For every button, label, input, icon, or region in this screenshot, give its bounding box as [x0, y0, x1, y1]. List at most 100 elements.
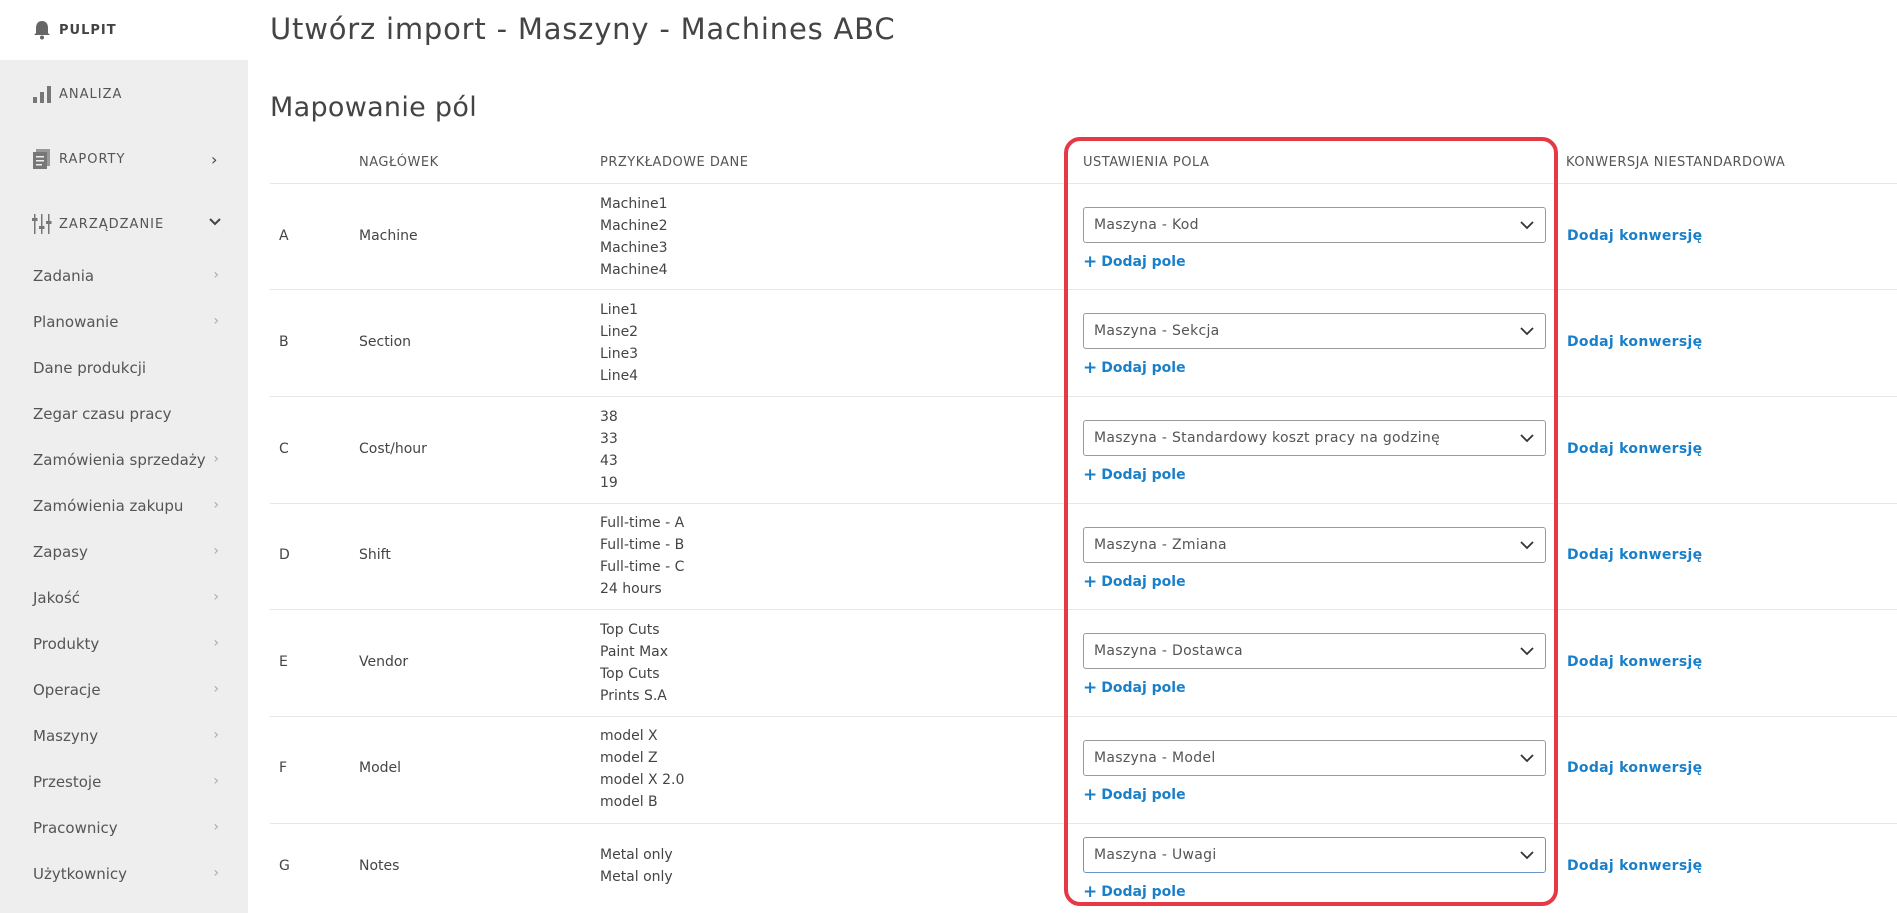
sample-data: Metal only Metal only	[600, 844, 673, 888]
add-field-link[interactable]: + Dodaj pole	[1083, 252, 1186, 272]
sidebar-item-planowanie[interactable]: Planowanie ›	[33, 313, 223, 331]
add-field-link[interactable]: + Dodaj pole	[1083, 358, 1186, 378]
chevron-right-icon: ›	[213, 451, 219, 467]
sidebar-item-label: Zadania	[33, 267, 95, 285]
row-divider	[270, 503, 1897, 504]
sidebar-item-produkty[interactable]: Produkty ›	[33, 635, 223, 653]
sliders-icon	[31, 213, 53, 235]
sample-data: Full-time - A Full-time - B Full-time - …	[600, 512, 684, 600]
add-conversion-link[interactable]: Dodaj konwersję	[1567, 547, 1702, 563]
sidebar-item-operacje[interactable]: Operacje ›	[33, 681, 223, 699]
column-header-sample: PRZYKŁADOWE DANE	[600, 155, 749, 170]
sidebar-item-zamowienia-zakupu[interactable]: Zamówienia zakupu ›	[33, 497, 223, 515]
row-divider	[270, 183, 1897, 184]
field-select[interactable]: Maszyna - Uwagi	[1083, 837, 1546, 873]
chevron-right-icon: ›	[213, 773, 219, 789]
row-letter: B	[279, 334, 289, 350]
column-header-header: NAGŁÓWEK	[359, 155, 439, 170]
add-field-link[interactable]: + Dodaj pole	[1083, 882, 1186, 902]
add-field-link[interactable]: + Dodaj pole	[1083, 465, 1186, 485]
sample-value: Full-time - C	[600, 559, 685, 575]
add-field-link[interactable]: + Dodaj pole	[1083, 785, 1186, 805]
sample-value: Full-time - B	[600, 537, 685, 553]
section-title: Mapowanie pól	[270, 92, 477, 123]
sidebar-item-jakosc[interactable]: Jakość ›	[33, 589, 223, 607]
sidebar-item-zapasy[interactable]: Zapasy ›	[33, 543, 223, 561]
sidebar-item-label: Operacje	[33, 681, 101, 699]
sidebar-item-zarzadzanie[interactable]: ZARZĄDZANIE	[31, 213, 221, 235]
add-conversion-link[interactable]: Dodaj konwersję	[1567, 228, 1702, 244]
plus-icon: +	[1083, 678, 1098, 698]
sidebar-item-label: Planowanie	[33, 313, 119, 331]
sample-value: model B	[600, 794, 658, 810]
sidebar-item-maszyny[interactable]: Maszyny ›	[33, 727, 223, 745]
sample-value: Line3	[600, 346, 639, 362]
column-header-conversion: KONWERSJA NIESTANDARDOWA	[1566, 155, 1786, 170]
field-select[interactable]: Maszyna - Kod	[1083, 207, 1546, 243]
row-letter: F	[279, 760, 288, 776]
row-letter: G	[279, 858, 290, 874]
plus-icon: +	[1083, 882, 1098, 902]
chevron-right-icon: ›	[213, 681, 219, 697]
add-conversion-link[interactable]: Dodaj konwersję	[1567, 760, 1702, 776]
field-select[interactable]: Maszyna - Zmiana	[1083, 527, 1546, 563]
sidebar-item-przestoje[interactable]: Przestoje ›	[33, 773, 223, 791]
add-field-label: Dodaj pole	[1101, 467, 1186, 483]
sample-value: Machine4	[600, 262, 668, 278]
field-select-value: Maszyna - Sekcja	[1094, 323, 1220, 339]
sidebar-item-uzytkownicy[interactable]: Użytkownicy ›	[33, 865, 223, 883]
plus-icon: +	[1083, 572, 1098, 592]
chevron-right-icon: ›	[213, 865, 219, 881]
chevron-down-icon	[1520, 221, 1534, 230]
sidebar-item-dane-produkcji[interactable]: Dane produkcji	[33, 359, 223, 377]
add-field-link[interactable]: + Dodaj pole	[1083, 572, 1186, 592]
column-header-settings: USTAWIENIA POLA	[1083, 155, 1210, 170]
row-header: Section	[359, 334, 412, 350]
chevron-down-icon	[1520, 851, 1534, 860]
sidebar-item-pulpit[interactable]: PULPIT	[31, 19, 117, 41]
sample-value: Full-time - A	[600, 515, 685, 531]
chevron-right-icon: ›	[213, 313, 219, 329]
sample-value: Top Cuts	[600, 666, 660, 682]
row-divider	[270, 823, 1897, 824]
add-conversion-link[interactable]: Dodaj konwersję	[1567, 334, 1702, 350]
add-field-link[interactable]: + Dodaj pole	[1083, 678, 1186, 698]
sample-value: Metal only	[600, 847, 673, 863]
sidebar-item-pracownicy[interactable]: Pracownicy ›	[33, 819, 223, 837]
sample-value: Machine1	[600, 196, 668, 212]
row-header: Cost/hour	[359, 441, 427, 457]
sample-value: Line2	[600, 324, 639, 340]
chevron-down-icon	[1520, 327, 1534, 336]
sidebar-item-zadania[interactable]: Zadania ›	[33, 267, 223, 285]
field-select[interactable]: Maszyna - Standardowy koszt pracy na god…	[1083, 420, 1546, 456]
sample-value: 19	[600, 475, 618, 491]
row-divider	[270, 289, 1897, 290]
row-header: Machine	[359, 228, 418, 244]
row-letter: D	[279, 547, 290, 563]
field-select[interactable]: Maszyna - Dostawca	[1083, 633, 1546, 669]
sample-value: Prints S.A	[600, 688, 667, 704]
sample-value: model X 2.0	[600, 772, 685, 788]
sidebar-item-zamowienia-sprzedazy[interactable]: Zamówienia sprzedaży ›	[33, 451, 223, 469]
sidebar-item-label: PULPIT	[59, 22, 117, 38]
row-letter: E	[279, 654, 288, 670]
chevron-down-icon	[209, 215, 221, 230]
add-conversion-link[interactable]: Dodaj konwersję	[1567, 654, 1702, 670]
row-header: Shift	[359, 547, 391, 563]
field-select[interactable]: Maszyna - Model	[1083, 740, 1546, 776]
sidebar-item-raporty[interactable]: RAPORTY ›	[31, 148, 221, 170]
sidebar-item-label: Zamówienia zakupu	[33, 497, 184, 515]
chevron-right-icon: ›	[213, 635, 219, 651]
sidebar-item-label: Jakość	[33, 589, 81, 607]
row-letter: C	[279, 441, 289, 457]
field-select-value: Maszyna - Uwagi	[1094, 847, 1217, 863]
add-conversion-link[interactable]: Dodaj konwersję	[1567, 441, 1702, 457]
sample-value: Machine2	[600, 218, 668, 234]
sample-data: Machine1 Machine2 Machine3 Machine4	[600, 193, 668, 281]
sidebar-item-analiza[interactable]: ANALIZA	[31, 83, 122, 105]
sidebar-item-label: ZARZĄDZANIE	[59, 216, 165, 232]
sample-data: 38 33 43 19	[600, 406, 618, 494]
add-conversion-link[interactable]: Dodaj konwersję	[1567, 858, 1702, 874]
field-select[interactable]: Maszyna - Sekcja	[1083, 313, 1546, 349]
sidebar-item-zegar-czasu-pracy[interactable]: Zegar czasu pracy	[33, 405, 223, 423]
